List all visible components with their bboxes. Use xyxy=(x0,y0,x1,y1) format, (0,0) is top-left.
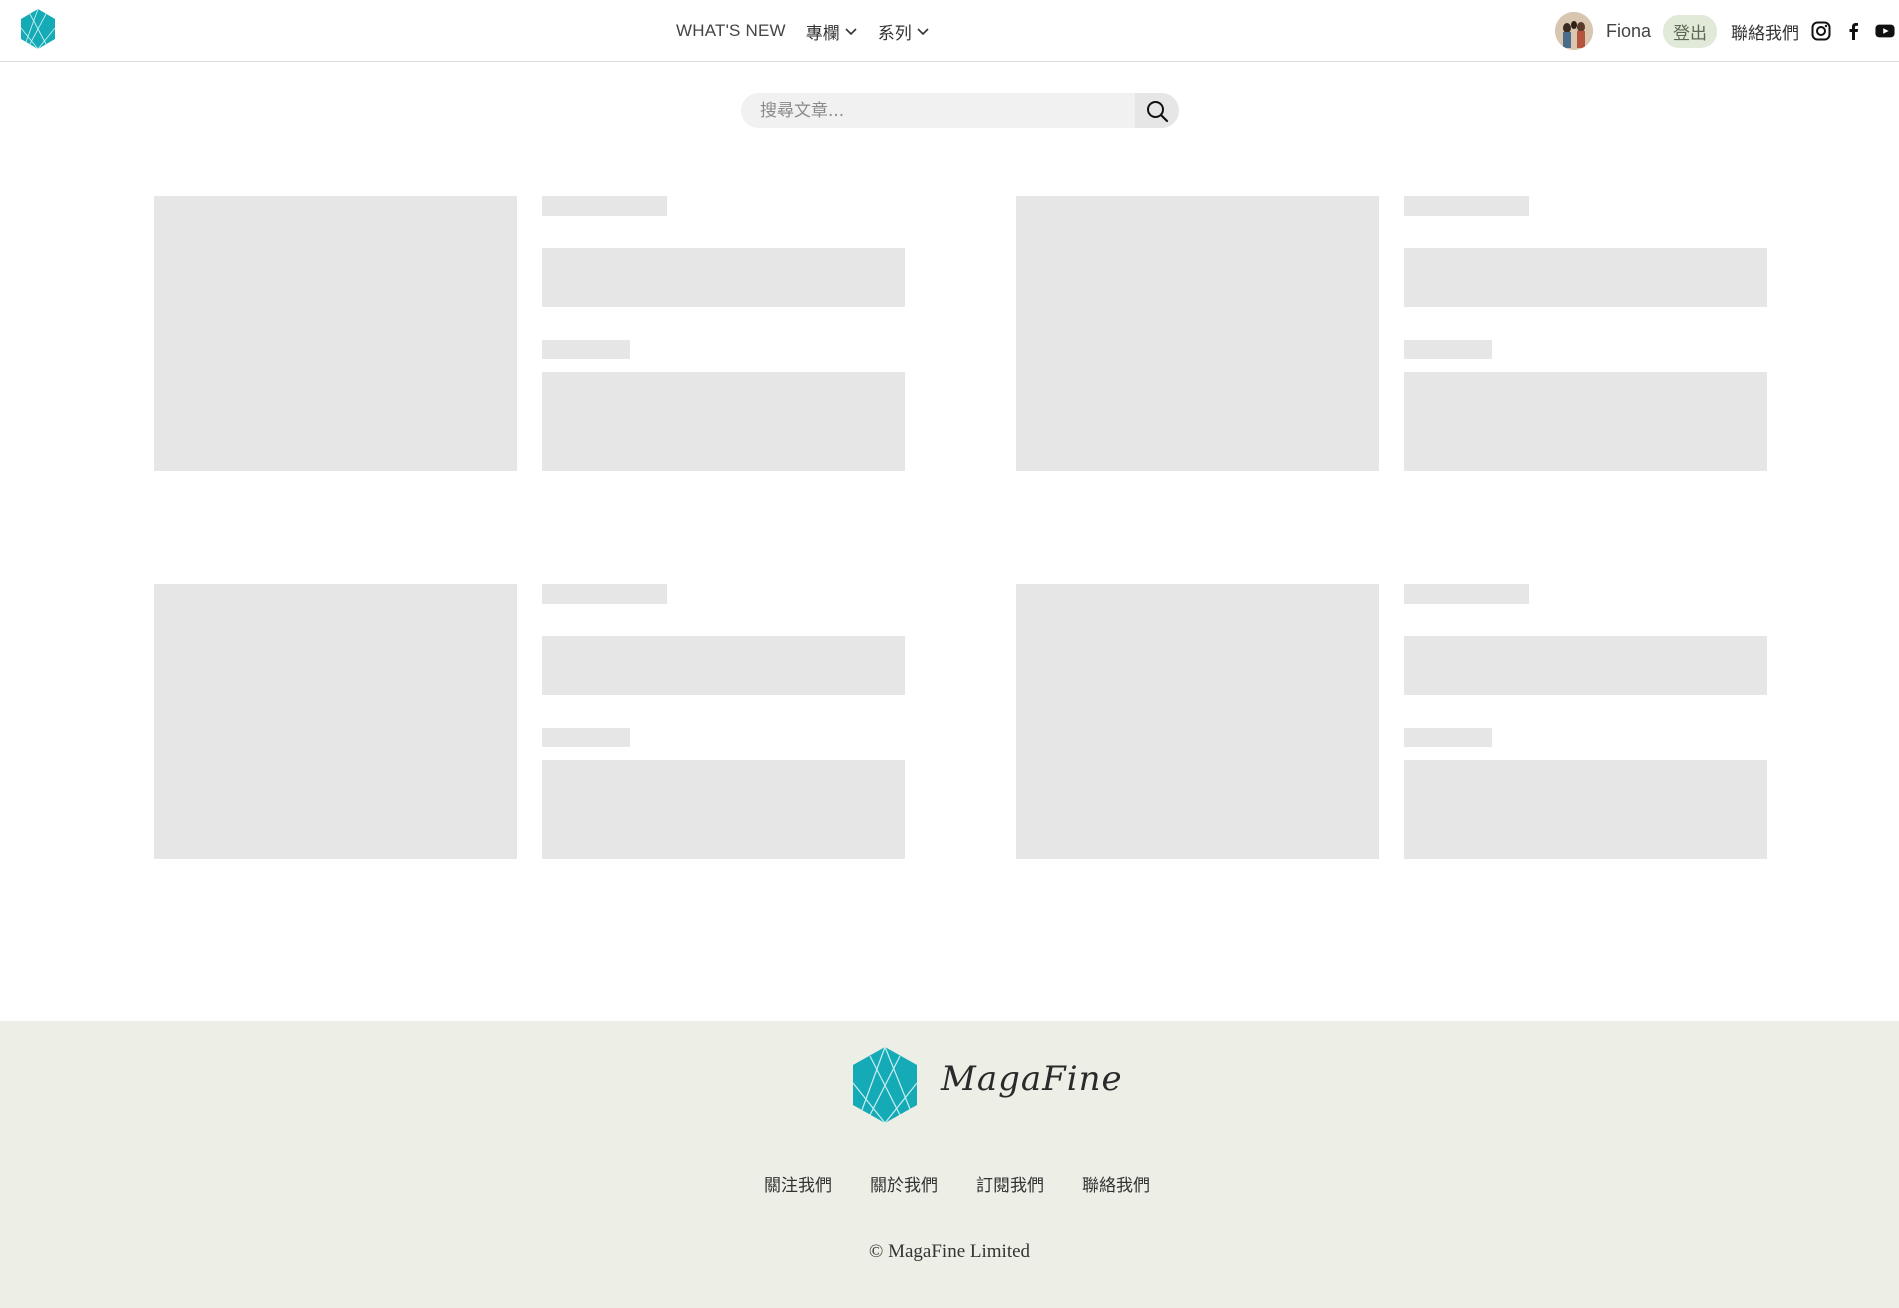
skeleton-line xyxy=(542,196,667,216)
nav-series-label: 系列 xyxy=(877,23,912,44)
logout-button[interactable]: 登出 xyxy=(1663,14,1717,48)
skeleton-line xyxy=(1404,636,1767,695)
search-input[interactable] xyxy=(741,93,1135,128)
skeleton-line xyxy=(1404,196,1529,216)
skeleton-line xyxy=(542,248,905,307)
skeleton-line xyxy=(1404,584,1529,604)
footer-link-subscribe[interactable]: 訂閱我們 xyxy=(976,1171,1044,1196)
skeleton-line xyxy=(542,636,905,695)
skeleton-line xyxy=(1404,340,1492,359)
user-name: Fiona xyxy=(1605,20,1651,41)
contact-link[interactable]: 聯絡我們 xyxy=(1731,19,1799,44)
article-card-skeleton xyxy=(154,196,960,471)
nav-columns-label: 專欄 xyxy=(805,23,840,44)
header-right: Fiona 登出 聯絡我們 xyxy=(1554,12,1895,50)
footer-brand: MagaFine xyxy=(941,1059,1123,1099)
skeleton-line xyxy=(1404,728,1492,747)
article-card-skeleton xyxy=(1016,584,1822,859)
nav-columns-dropdown[interactable]: 專欄 xyxy=(806,19,858,44)
search-bar xyxy=(741,93,1179,128)
chevron-down-icon xyxy=(917,28,929,36)
main-nav: WHAT'S NEW 專欄 系列 xyxy=(676,18,930,44)
skeleton-line xyxy=(542,728,630,747)
skeleton-image xyxy=(154,196,517,471)
facebook-icon[interactable] xyxy=(1843,21,1863,41)
skeleton-line xyxy=(542,584,667,604)
skeleton-line xyxy=(542,372,905,471)
nav-series-dropdown[interactable]: 系列 xyxy=(878,19,930,44)
logo-icon[interactable] xyxy=(850,1045,920,1125)
copyright-text: © MagaFine Limited xyxy=(868,1241,1031,1262)
logo-icon[interactable] xyxy=(18,8,58,50)
footer-links: 關注我們 關於我們 訂閱我們 聯絡我們 xyxy=(764,1171,1150,1196)
skeleton-line xyxy=(542,760,905,859)
article-card-skeleton xyxy=(154,584,960,859)
skeleton-image xyxy=(1016,584,1379,859)
avatar[interactable] xyxy=(1554,12,1593,50)
search-button[interactable] xyxy=(1135,93,1179,128)
avatar-image xyxy=(1554,12,1593,50)
skeleton-line xyxy=(1404,760,1767,859)
skeleton-image xyxy=(154,584,517,859)
footer-link-contact[interactable]: 聯絡我們 xyxy=(1082,1171,1150,1196)
chevron-down-icon xyxy=(845,28,857,36)
youtube-icon[interactable] xyxy=(1875,21,1895,41)
site-footer: MagaFine 關注我們 關於我們 訂閱我們 聯絡我們 © MagaFine … xyxy=(0,1021,1899,1308)
instagram-icon[interactable] xyxy=(1811,21,1831,41)
footer-link-about[interactable]: 關於我們 xyxy=(870,1171,938,1196)
skeleton-line xyxy=(1404,372,1767,471)
site-header: WHAT'S NEW 專欄 系列 Fiona 登出 聯絡我們 xyxy=(0,0,1899,62)
article-card-skeleton xyxy=(1016,196,1822,471)
skeleton-line xyxy=(542,340,630,359)
skeleton-line xyxy=(1404,248,1767,307)
skeleton-image xyxy=(1016,196,1379,471)
footer-link-follow[interactable]: 關注我們 xyxy=(764,1171,832,1196)
search-icon xyxy=(1147,100,1169,122)
nav-whats-new-label: WHAT'S NEW xyxy=(676,21,786,40)
nav-whats-new[interactable]: WHAT'S NEW xyxy=(676,21,786,41)
